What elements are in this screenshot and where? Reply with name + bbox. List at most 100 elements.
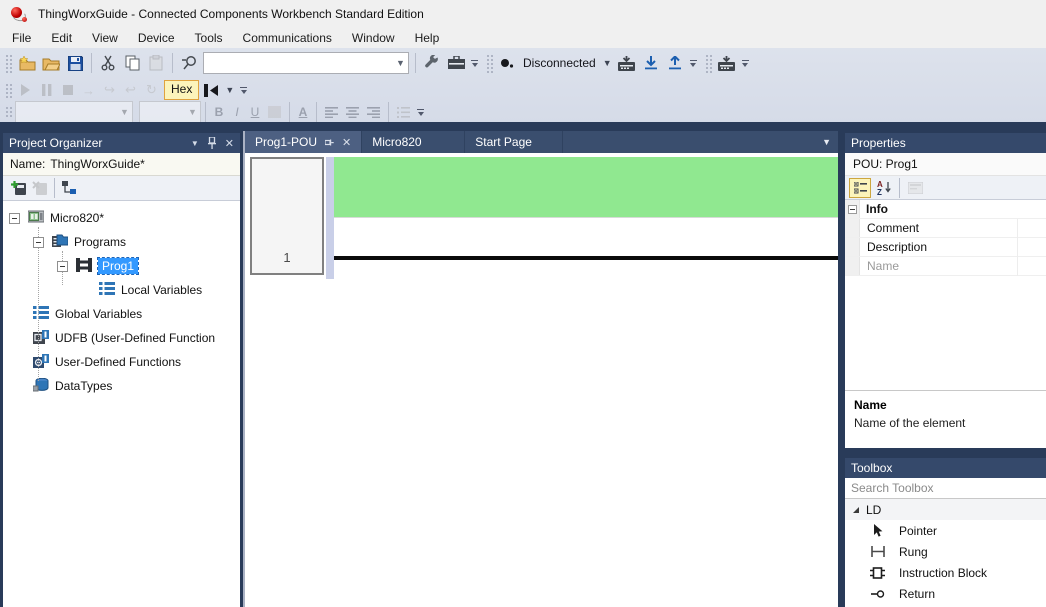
toolbar-grip[interactable] [4,105,12,119]
property-row-name[interactable]: Name [845,257,1046,276]
quick-find-input[interactable] [204,53,393,73]
pause-icon[interactable] [36,80,57,100]
toolbar-grip[interactable] [485,53,493,74]
download-to-device-icon[interactable] [615,51,639,75]
new-project-icon[interactable] [15,51,39,75]
play-icon[interactable] [15,80,36,100]
chevron-down-icon[interactable]: ▼ [117,102,132,122]
tab-start-page[interactable]: Start Page [465,131,563,153]
pin-icon[interactable] [208,137,216,149]
paste-icon[interactable] [144,51,168,75]
toolbox-item-return[interactable]: Return [845,583,1046,604]
alphabetical-sort-icon[interactable]: AZ [873,178,895,198]
selected-rung-highlight[interactable] [334,157,838,218]
properties-header[interactable]: Properties [845,133,1046,153]
quick-find-combobox[interactable]: ▼ [203,52,409,74]
font-family-combobox[interactable]: ▼ [15,101,133,123]
project-organizer-panel: Project Organizer ▼ ✕ Name: ThingWorxGui… [3,133,240,607]
project-organizer-header[interactable]: Project Organizer ▼ ✕ [3,133,240,153]
font-color-icon[interactable]: A [294,105,312,119]
toolbar-grip[interactable] [4,53,12,74]
project-name-value[interactable]: ThingWorxGuide* [50,157,145,171]
collapse-icon[interactable] [848,205,857,214]
ladder-editor-canvas[interactable]: 1 [245,153,838,607]
toolbox-item-pointer[interactable]: Pointer [845,520,1046,541]
menu-help[interactable]: Help [405,28,450,48]
close-icon[interactable]: ✕ [342,136,351,149]
property-grid-divider[interactable] [1017,219,1018,276]
collapse-icon[interactable] [9,213,20,224]
toolbox-header[interactable]: Toolbox [845,458,1046,478]
download-icon[interactable] [639,51,663,75]
toolbox-item-rung[interactable]: Rung [845,541,1046,562]
chevron-down-icon[interactable]: ▼ [185,102,200,122]
toolbox-item-instruction-block[interactable]: Instruction Block [845,562,1046,583]
bold-icon[interactable]: B [210,105,228,119]
stop-icon[interactable] [57,80,78,100]
download-to-device-icon[interactable] [715,51,739,75]
toolbar-overflow-icon[interactable] [742,60,749,67]
property-pages-icon[interactable] [904,178,926,198]
font-size-input[interactable] [140,102,185,122]
align-center-icon[interactable] [342,102,363,122]
menu-window[interactable]: Window [342,28,405,48]
toolbox-search-input[interactable] [845,478,1046,498]
panel-menu-icon[interactable]: ▼ [191,139,199,148]
upload-icon[interactable] [663,51,687,75]
property-row-description[interactable]: Description [845,238,1046,257]
tab-list-dropdown-icon[interactable]: ▼ [822,131,831,153]
close-icon[interactable]: ✕ [225,137,234,150]
italic-icon[interactable]: I [228,105,246,119]
save-icon[interactable] [63,51,87,75]
property-category-row[interactable]: Info [845,200,1046,219]
hex-toggle-button[interactable]: Hex [164,80,199,100]
list-icon[interactable] [393,102,414,122]
toolbar-overflow-icon[interactable] [690,60,697,67]
property-row-comment[interactable]: Comment [845,219,1046,238]
display-mode-icon[interactable] [201,80,222,100]
toolbar-overflow-icon[interactable] [471,60,478,67]
categorized-view-icon[interactable] [849,178,871,198]
step-over-icon[interactable]: → [78,80,99,100]
menu-edit[interactable]: Edit [41,28,82,48]
menu-view[interactable]: View [82,28,128,48]
font-size-combobox[interactable]: ▼ [139,101,201,123]
rung-margin-cell[interactable]: 1 [250,157,324,275]
menu-tools[interactable]: Tools [185,28,233,48]
rung-rail-line[interactable] [334,256,838,260]
add-device-icon[interactable] [8,178,29,198]
chevron-down-icon[interactable]: ▼ [603,58,612,68]
connection-status-label[interactable]: Disconnected [523,56,596,70]
menu-communications[interactable]: Communications [233,28,342,48]
copy-icon[interactable] [120,51,144,75]
step-out-icon[interactable]: ↩ [120,80,141,100]
remove-device-icon[interactable] [29,178,50,198]
open-icon[interactable] [39,51,63,75]
toolbar-grip[interactable] [4,82,12,99]
underline-icon[interactable]: U [246,105,264,119]
pin-icon[interactable] [325,138,334,147]
cut-icon[interactable] [96,51,120,75]
collapse-icon[interactable] [57,261,68,272]
step-into-icon[interactable]: ↪ [99,80,120,100]
organize-by-icon[interactable] [59,178,80,198]
align-left-icon[interactable] [321,102,342,122]
toolbox-category-ld[interactable]: LD [845,499,1046,520]
toolbox-case-icon[interactable] [444,51,468,75]
tab-prog1-pou[interactable]: Prog1-POU ✕ [245,131,362,153]
tab-micro820[interactable]: Micro820 [362,131,465,153]
font-family-input[interactable] [16,102,117,122]
align-right-icon[interactable] [363,102,384,122]
toolbar-overflow-icon[interactable] [240,87,247,94]
chevron-down-icon[interactable]: ▼ [393,53,408,73]
toolbar-overflow-icon[interactable] [417,109,424,116]
menu-file[interactable]: File [2,28,41,48]
find-icon[interactable] [177,51,201,75]
wrench-icon[interactable] [420,51,444,75]
highlight-icon[interactable] [264,102,285,122]
restart-icon[interactable]: ↻ [141,80,162,100]
collapse-icon[interactable] [33,237,44,248]
toolbar-grip[interactable] [704,53,712,74]
menu-device[interactable]: Device [128,28,185,48]
chevron-down-icon[interactable]: ▼ [225,85,234,95]
